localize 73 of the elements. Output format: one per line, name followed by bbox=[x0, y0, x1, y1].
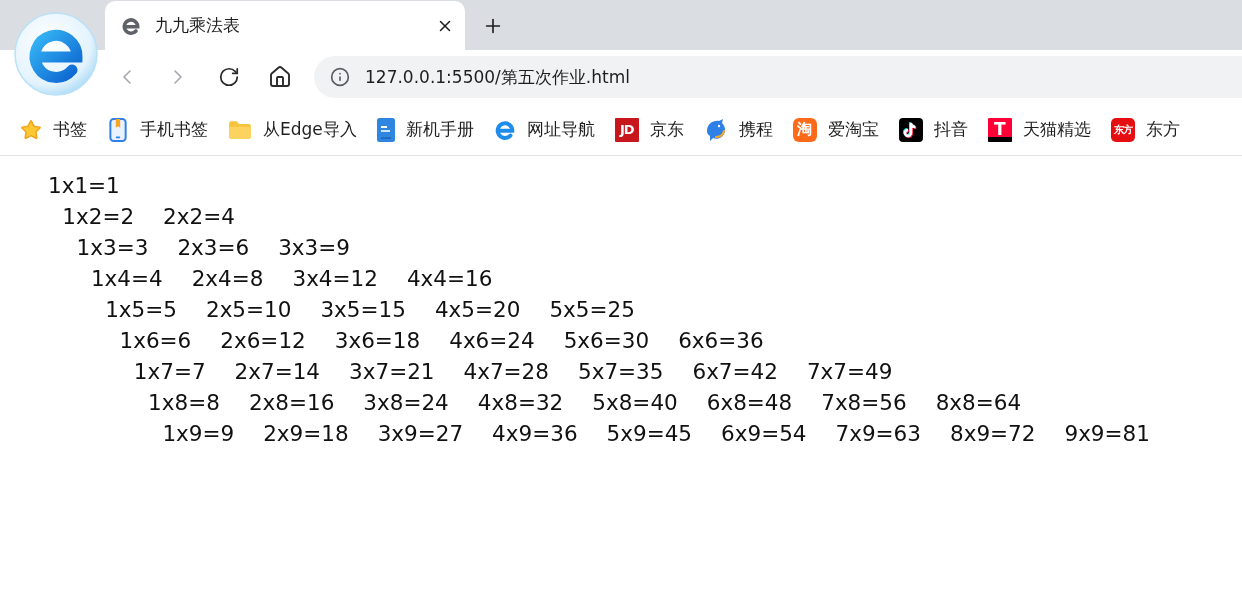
bookmark-item[interactable]: 携程 bbox=[703, 117, 773, 142]
multiplication-entry: 2x5=10 bbox=[205, 297, 292, 322]
multiplication-entry: 2x7=14 bbox=[234, 359, 321, 384]
multiplication-entry: 3x4=12 bbox=[292, 266, 378, 291]
multiplication-entry: 8x9=72 bbox=[950, 421, 1036, 446]
bookmark-item[interactable]: 书签 bbox=[20, 118, 87, 141]
bookmark-item[interactable]: JD 京东 bbox=[614, 117, 684, 142]
multiplication-entry: 1x4=4 bbox=[90, 266, 163, 291]
bookmark-item[interactable]: 网址导航 bbox=[493, 118, 595, 141]
multiplication-entry: 1x6=6 bbox=[119, 328, 192, 353]
multiplication-entry: 4x8=32 bbox=[477, 390, 564, 415]
multiplication-entry: 4x6=24 bbox=[449, 328, 535, 353]
multiplication-entry: 2x2=4 bbox=[163, 204, 235, 229]
multiplication-entry: 3x3=9 bbox=[278, 235, 350, 260]
multiplication-entry: 2x3=6 bbox=[177, 235, 250, 260]
multiplication-entry: 6x6=36 bbox=[678, 328, 764, 353]
logo-tile: 东方 bbox=[1110, 117, 1135, 142]
bookmark-item[interactable]: 新机手册 bbox=[376, 117, 474, 142]
multiplication-entry: 3x5=15 bbox=[320, 297, 406, 322]
logo-tile: JD bbox=[614, 117, 639, 142]
logo-tile: T bbox=[987, 117, 1012, 142]
music-note-icon bbox=[898, 117, 923, 142]
phone-bookmark-icon bbox=[107, 117, 129, 142]
document-icon bbox=[376, 117, 395, 142]
multiplication-entry: 8x8=64 bbox=[935, 390, 1022, 415]
multiplication-entry: 6x7=42 bbox=[692, 359, 778, 384]
e-logo-icon bbox=[493, 118, 516, 141]
logo-tile: 淘 bbox=[792, 117, 817, 142]
multiplication-entry: 2x4=8 bbox=[191, 266, 264, 291]
multiplication-entry: 3x9=27 bbox=[377, 421, 464, 446]
bookmark-item[interactable]: T 天猫精选 bbox=[987, 117, 1091, 142]
reload-icon bbox=[218, 66, 240, 88]
multiplication-entry: 7x9=63 bbox=[835, 421, 921, 446]
multiplication-entry: 5x6=30 bbox=[563, 328, 650, 353]
multiplication-entry: 1x5=5 bbox=[105, 297, 177, 322]
browser-tab[interactable]: 九九乘法表 bbox=[105, 1, 465, 50]
multiplication-entry: 5x7=35 bbox=[578, 359, 664, 384]
multiplication-entry: 6x8=48 bbox=[706, 390, 793, 415]
multiplication-entry: 5x9=45 bbox=[606, 421, 693, 446]
multiplication-entry: 4x5=20 bbox=[434, 297, 521, 322]
multiplication-entry: 1x3=3 bbox=[76, 235, 149, 260]
multiplication-entry: 4x9=36 bbox=[492, 421, 578, 446]
multiplication-entry: 7x7=49 bbox=[806, 359, 893, 384]
multiplication-entry: 5x5=25 bbox=[549, 297, 635, 322]
folder-icon bbox=[228, 119, 252, 140]
multiplication-entry: 1x7=7 bbox=[133, 359, 206, 384]
multiplication-entry: 1x8=8 bbox=[148, 390, 220, 415]
multiplication-entry: 3x6=18 bbox=[334, 328, 421, 353]
multiplication-entry: 2x6=12 bbox=[220, 328, 306, 353]
bookmark-item[interactable]: 东方 东方 bbox=[1110, 117, 1180, 142]
multiplication-entry: 5x8=40 bbox=[592, 390, 678, 415]
bookmark-item[interactable]: 抖音 bbox=[898, 117, 968, 142]
star-icon bbox=[20, 118, 42, 141]
info-icon bbox=[330, 67, 350, 87]
browser-logo-icon bbox=[14, 12, 98, 96]
multiplication-entry: 2x9=18 bbox=[263, 421, 349, 446]
bookmark-item[interactable]: 淘 爱淘宝 bbox=[792, 117, 879, 142]
e-logo-icon bbox=[121, 15, 141, 36]
address-field[interactable]: 127.0.0.1:5500/第五次作业.html bbox=[314, 56, 1242, 98]
multiplication-entry: 4x7=28 bbox=[463, 359, 549, 384]
multiplication-entry: 3x7=21 bbox=[349, 359, 435, 384]
bookmark-item[interactable]: 从Edge导入 bbox=[228, 118, 357, 141]
multiplication-entry: 7x8=56 bbox=[821, 390, 907, 415]
bookmark-item[interactable]: 手机书签 bbox=[107, 117, 208, 142]
multiplication-entry: 3x8=24 bbox=[363, 390, 449, 415]
multiplication-entry: 2x8=16 bbox=[248, 390, 335, 415]
multiplication-entry: 4x4=16 bbox=[406, 266, 493, 291]
multiplication-entry: 6x9=54 bbox=[721, 421, 807, 446]
house-icon bbox=[268, 65, 292, 89]
multiplication-entry: 1x2=2 bbox=[62, 204, 135, 229]
multiplication-entry: 1x1=1 bbox=[48, 173, 120, 198]
multiplication-entry: 1x9=9 bbox=[162, 421, 235, 446]
multiplication-entry: 9x9=81 bbox=[1064, 421, 1150, 446]
